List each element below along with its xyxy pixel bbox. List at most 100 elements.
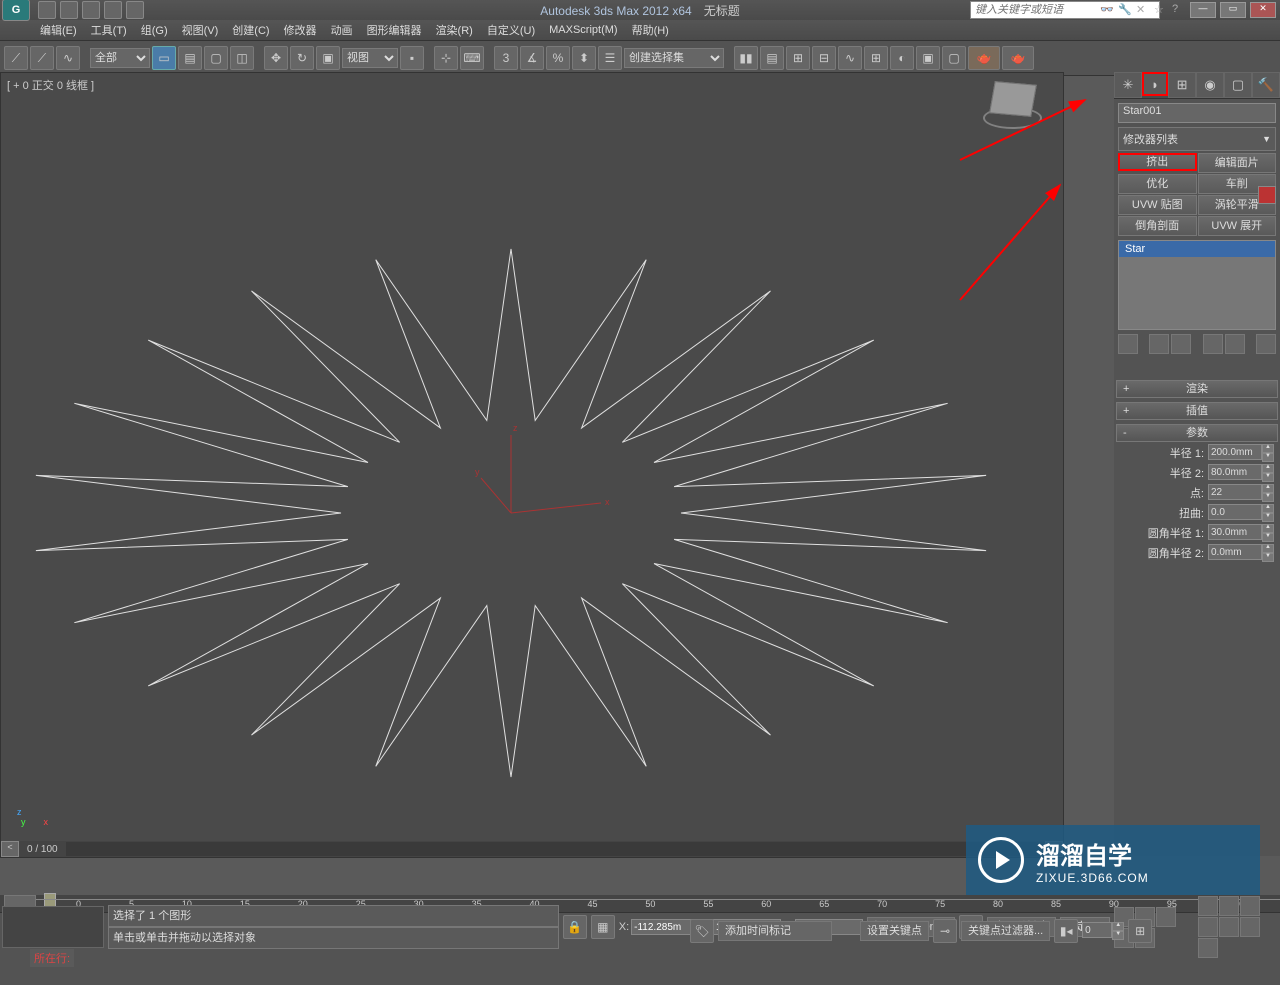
key-icon[interactable]: 🔧 xyxy=(1118,3,1132,17)
configure-icon[interactable] xyxy=(1225,334,1245,354)
add-timetag-button[interactable]: 添加时间标记 xyxy=(718,921,832,941)
menu-grapheditors[interactable]: 图形编辑器 xyxy=(367,22,422,38)
select-region-icon[interactable]: ▢ xyxy=(204,46,228,70)
rotate-icon[interactable]: ↻ xyxy=(290,46,314,70)
menu-create[interactable]: 创建(C) xyxy=(232,22,269,38)
display-tab-icon[interactable]: ▢ xyxy=(1224,72,1252,98)
hierarchy-tab-icon[interactable]: ⊞ xyxy=(1168,72,1196,98)
rendersetup-icon[interactable]: ▣ xyxy=(916,46,940,70)
stack-item-star[interactable]: Star xyxy=(1119,241,1275,257)
frame-pk-icon[interactable]: ▮◂ xyxy=(1054,919,1078,943)
fov-icon[interactable] xyxy=(1198,917,1218,937)
bind-icon[interactable]: ∿ xyxy=(56,46,80,70)
uvwmap-button[interactable]: UVW 贴图 xyxy=(1118,195,1197,215)
editnamed-icon[interactable]: ☰ xyxy=(598,46,622,70)
minimize-button[interactable]: — xyxy=(1190,2,1216,18)
app-logo[interactable]: G xyxy=(2,0,30,21)
menu-rendering[interactable]: 渲染(R) xyxy=(436,22,473,38)
zoomext-icon[interactable] xyxy=(1240,896,1260,916)
select-name-icon[interactable]: ▤ xyxy=(178,46,202,70)
param-input[interactable] xyxy=(1208,444,1262,460)
menu-tools[interactable]: 工具(T) xyxy=(91,22,127,38)
bevelprofile-button[interactable]: 倒角剖面 xyxy=(1118,216,1197,236)
link-icon[interactable]: ⟋ xyxy=(4,46,28,70)
mini-curve-editor[interactable] xyxy=(2,906,104,948)
keyfilter-button[interactable]: 关键点过滤器... xyxy=(961,921,1050,941)
frame-input[interactable] xyxy=(1082,922,1112,938)
redo-icon[interactable] xyxy=(126,1,144,19)
snapangle-icon[interactable]: ∡ xyxy=(520,46,544,70)
zoom-icon[interactable] xyxy=(1198,896,1218,916)
save-icon[interactable] xyxy=(82,1,100,19)
timeconfig2-icon[interactable]: ⊞ xyxy=(1128,919,1152,943)
pin-icon[interactable] xyxy=(1118,334,1138,354)
named-sets-select[interactable]: 创建选择集 xyxy=(624,48,724,68)
menu-modifiers[interactable]: 修改器 xyxy=(284,22,317,38)
object-color-swatch[interactable] xyxy=(1258,186,1276,204)
snap3-icon[interactable]: 3 xyxy=(494,46,518,70)
optimize-button[interactable]: 优化 xyxy=(1118,174,1197,194)
arc-icon[interactable] xyxy=(1240,917,1260,937)
extrude-button[interactable]: 挤出 xyxy=(1118,153,1197,171)
scale-icon[interactable]: ▣ xyxy=(316,46,340,70)
coord-mode-icon[interactable]: ▦ xyxy=(591,915,615,939)
param-input[interactable] xyxy=(1208,504,1262,520)
help-icon[interactable]: ? xyxy=(1172,3,1186,17)
viewport[interactable]: [ + 0 正交 0 线框 ] x y z z yx < 0 / 100 > xyxy=(0,72,1064,858)
uvwunwrap-button[interactable]: UVW 展开 xyxy=(1198,216,1277,236)
selection-filter-select[interactable]: 全部 xyxy=(90,48,150,68)
stack-options-icon[interactable] xyxy=(1256,334,1276,354)
align-icon[interactable]: ▤ xyxy=(760,46,784,70)
new-icon[interactable] xyxy=(38,1,56,19)
menu-maxscript[interactable]: MAXScript(M) xyxy=(549,24,617,36)
maximize-button[interactable]: ▭ xyxy=(1220,2,1246,18)
pan-icon[interactable] xyxy=(1219,917,1239,937)
param-input[interactable] xyxy=(1208,544,1262,560)
move-icon[interactable]: ✥ xyxy=(264,46,288,70)
param-input[interactable] xyxy=(1208,464,1262,480)
schematic-icon[interactable]: ⊞ xyxy=(864,46,888,70)
refcoord-select[interactable]: 视图 xyxy=(342,48,398,68)
renderframe-icon[interactable]: ▢ xyxy=(942,46,966,70)
star-icon[interactable]: ☆ xyxy=(1154,3,1168,17)
layers-icon[interactable]: ⊞ xyxy=(786,46,810,70)
close-button[interactable]: ✕ xyxy=(1250,2,1276,18)
editpatch-button[interactable]: 编辑面片 xyxy=(1198,153,1277,173)
make-unique-icon[interactable] xyxy=(1171,334,1191,354)
modifier-list-dropdown[interactable]: 修改器列表▼ xyxy=(1118,127,1276,151)
scroll-left-icon[interactable]: < xyxy=(1,841,19,857)
setkey-button[interactable]: 设置关键点 xyxy=(860,921,929,941)
mirror-icon[interactable]: ▮▮ xyxy=(734,46,758,70)
maxview-icon[interactable] xyxy=(1198,938,1218,958)
show-end-icon[interactable] xyxy=(1149,334,1169,354)
create-tab-icon[interactable]: ✳ xyxy=(1114,72,1142,98)
spinnersnap-icon[interactable]: ⬍ xyxy=(572,46,596,70)
window-crossing-icon[interactable]: ◫ xyxy=(230,46,254,70)
undo-icon[interactable] xyxy=(104,1,122,19)
menu-edit[interactable]: 编辑(E) xyxy=(40,22,77,38)
menu-group[interactable]: 组(G) xyxy=(141,22,168,38)
lock-icon[interactable]: 🔒 xyxy=(563,915,587,939)
scroll-track[interactable] xyxy=(66,842,1045,856)
unlink-icon[interactable]: ⟋ xyxy=(30,46,54,70)
param-input[interactable] xyxy=(1208,484,1262,500)
exchange-icon[interactable]: ✕ xyxy=(1136,3,1150,17)
menu-view[interactable]: 视图(V) xyxy=(182,22,219,38)
modifier-stack[interactable]: Star xyxy=(1118,240,1276,330)
menu-customize[interactable]: 自定义(U) xyxy=(487,22,535,38)
motion-tab-icon[interactable]: ◉ xyxy=(1196,72,1224,98)
utilities-tab-icon[interactable]: 🔨 xyxy=(1252,72,1280,98)
menu-animation[interactable]: 动画 xyxy=(331,22,353,38)
open-icon[interactable] xyxy=(60,1,78,19)
play-icon[interactable] xyxy=(1156,907,1176,927)
keyfilter-icon[interactable]: ⊸ xyxy=(933,919,957,943)
param-input[interactable] xyxy=(1208,524,1262,540)
zoomall-icon[interactable] xyxy=(1219,896,1239,916)
layermgr-icon[interactable]: ⊟ xyxy=(812,46,836,70)
select-icon[interactable]: ▭ xyxy=(152,46,176,70)
object-name-input[interactable]: Star001 xyxy=(1118,103,1276,123)
menu-help[interactable]: 帮助(H) xyxy=(632,22,669,38)
pivot-icon[interactable]: ▪ xyxy=(400,46,424,70)
material-icon[interactable]: ◐ xyxy=(890,46,914,70)
manipulate-icon[interactable]: ⊹ xyxy=(434,46,458,70)
